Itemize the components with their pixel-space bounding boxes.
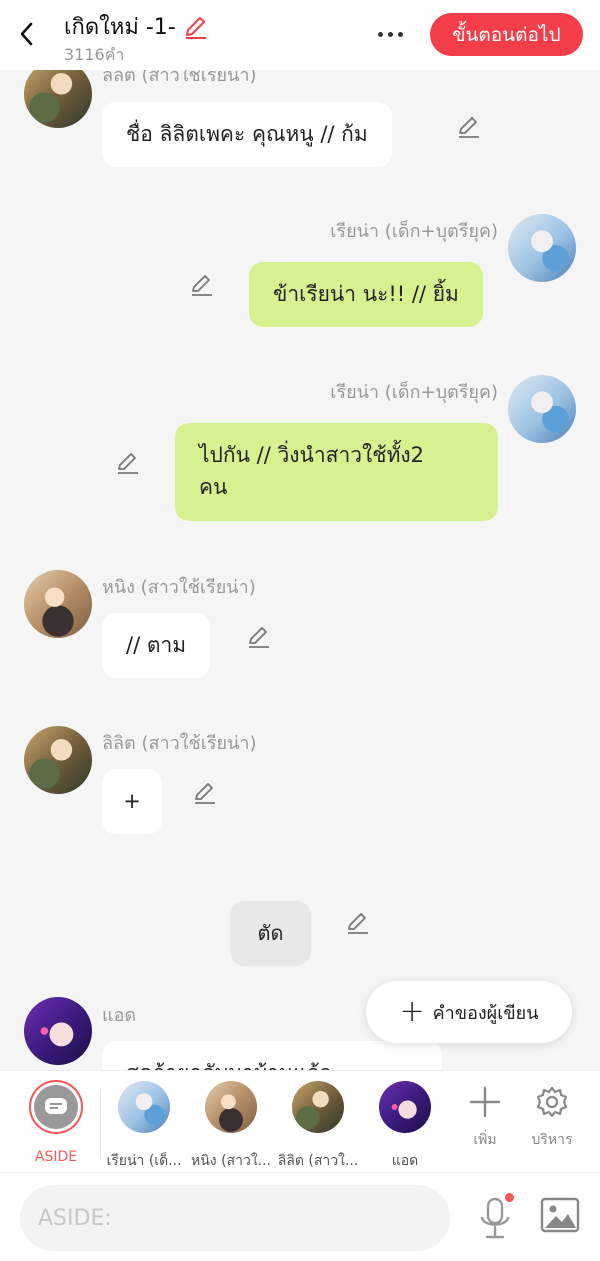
- image-upload-button[interactable]: [540, 1197, 584, 1237]
- notification-dot: [505, 1193, 514, 1202]
- message-text-line: คน: [199, 475, 228, 499]
- microphone-button[interactable]: [476, 1193, 516, 1243]
- message-bubble[interactable]: สุดฤ้ายกลับมาบ้านแล้ว: [102, 1041, 442, 1070]
- next-step-button[interactable]: ขั้นตอนต่อไป: [430, 13, 583, 56]
- character-bar: ASIDE เรียน่า (เด็... หนิง (สาวใ... ลิลิ…: [0, 1070, 600, 1172]
- message-bubble[interactable]: ไปกัน // วิ่งนำสาวใช้ทั้ง2 คน: [175, 423, 498, 521]
- character-rina[interactable]: เรียน่า (เด็...: [104, 1081, 184, 1172]
- aside-avatar-inner: [34, 1085, 78, 1129]
- speaker-name: แอด: [102, 1005, 137, 1026]
- character-label: ASIDE: [34, 1149, 78, 1165]
- chat-bubble-icon: [45, 1098, 67, 1114]
- character-aside[interactable]: ASIDE: [16, 1080, 96, 1165]
- speaker-name: หนิง (สาวใช้เรียน่า): [102, 577, 256, 598]
- gear-icon: [536, 1086, 568, 1118]
- more-dot-icon: [397, 31, 403, 37]
- character-label: หนิง (สาวใ...: [191, 1153, 272, 1169]
- edit-message-icon[interactable]: [345, 910, 371, 936]
- story-title: เกิดใหม่ -1-: [64, 9, 210, 44]
- speaker-name: เรียน่า (เด็ก+บุตรียุค): [330, 382, 498, 403]
- avatar-lilit[interactable]: [24, 726, 92, 794]
- edit-message-icon[interactable]: [192, 780, 218, 806]
- avatar-ning: [205, 1081, 257, 1133]
- add-label: เพิ่ม: [473, 1132, 497, 1148]
- message-bubble[interactable]: // ตาม: [102, 613, 211, 678]
- back-button[interactable]: [12, 18, 40, 50]
- manage-button[interactable]: บริหาร: [522, 1085, 582, 1151]
- message-bubble[interactable]: ข้าเรียน่า นะ!! // ยิ้ม: [249, 262, 483, 327]
- message-bubble[interactable]: ชื่อ ลิลิตเพคะ คุณหนู // ก้ม: [102, 102, 392, 167]
- more-dot-icon: [377, 31, 383, 37]
- message-input[interactable]: [20, 1185, 450, 1251]
- author-note-button[interactable]: + คำของผู้เขียน: [366, 981, 572, 1043]
- speaker-name: เรียน่า (เด็ก+บุตรียุค): [330, 221, 498, 242]
- avatar-aed: [379, 1081, 431, 1133]
- avatar-ning[interactable]: [24, 570, 92, 638]
- speaker-name: ลิลิต (สาวใช้เรียน่า): [102, 70, 257, 86]
- avatar-lilit: [292, 1081, 344, 1133]
- speaker-name: ลิลิต (สาวใช้เรียน่า): [102, 733, 257, 754]
- avatar-rina[interactable]: [508, 214, 576, 282]
- chevron-left-icon: [20, 22, 33, 46]
- more-dot-icon: [387, 31, 393, 37]
- aside-bubble[interactable]: ตัด: [230, 901, 311, 966]
- character-aed[interactable]: แอด: [365, 1081, 445, 1172]
- add-character-button[interactable]: เพิ่ม: [455, 1085, 515, 1151]
- plus-icon: [469, 1086, 501, 1118]
- character-ning[interactable]: หนิง (สาวใ...: [191, 1081, 271, 1172]
- more-options-button[interactable]: [370, 22, 410, 46]
- word-count: 3116คำ: [64, 45, 125, 64]
- character-label: เรียน่า (เด็...: [106, 1153, 182, 1169]
- pencil-icon: [185, 16, 206, 39]
- avatar-rina[interactable]: [508, 375, 576, 443]
- image-icon: [540, 1197, 580, 1233]
- avatar-aed[interactable]: [24, 997, 92, 1065]
- plus-icon: +: [399, 994, 425, 1029]
- input-bar: [0, 1172, 600, 1261]
- edit-message-icon[interactable]: [246, 624, 272, 650]
- message-text-line: ไปกัน // วิ่งนำสาวใช้ทั้ง2: [199, 443, 425, 467]
- edit-message-icon[interactable]: [189, 272, 215, 298]
- manage-label: บริหาร: [531, 1132, 573, 1148]
- character-lilit[interactable]: ลิลิต (สาวใ...: [278, 1081, 358, 1172]
- microphone-icon: [480, 1197, 510, 1239]
- chat-area[interactable]: ลิลิต (สาวใช้เรียน่า) ชื่อ ลิลิตเพคะ คุณ…: [0, 70, 600, 1070]
- message-bubble[interactable]: +: [102, 769, 162, 834]
- avatar-rina: [118, 1081, 170, 1133]
- edit-message-icon[interactable]: [115, 450, 141, 476]
- edit-title-button[interactable]: [182, 13, 210, 41]
- top-bar: เกิดใหม่ -1- 3116คำ ขั้นตอนต่อไป: [0, 0, 600, 70]
- character-label: แอด: [391, 1153, 419, 1169]
- story-title-text: เกิดใหม่ -1-: [64, 15, 176, 40]
- aside-avatar: [29, 1080, 83, 1134]
- character-label: ลิลิต (สาวใ...: [277, 1153, 359, 1169]
- author-note-label: คำของผู้เขียน: [432, 1002, 539, 1024]
- edit-message-icon[interactable]: [456, 114, 482, 140]
- divider: [100, 1091, 101, 1157]
- avatar-lilit[interactable]: [24, 70, 92, 128]
